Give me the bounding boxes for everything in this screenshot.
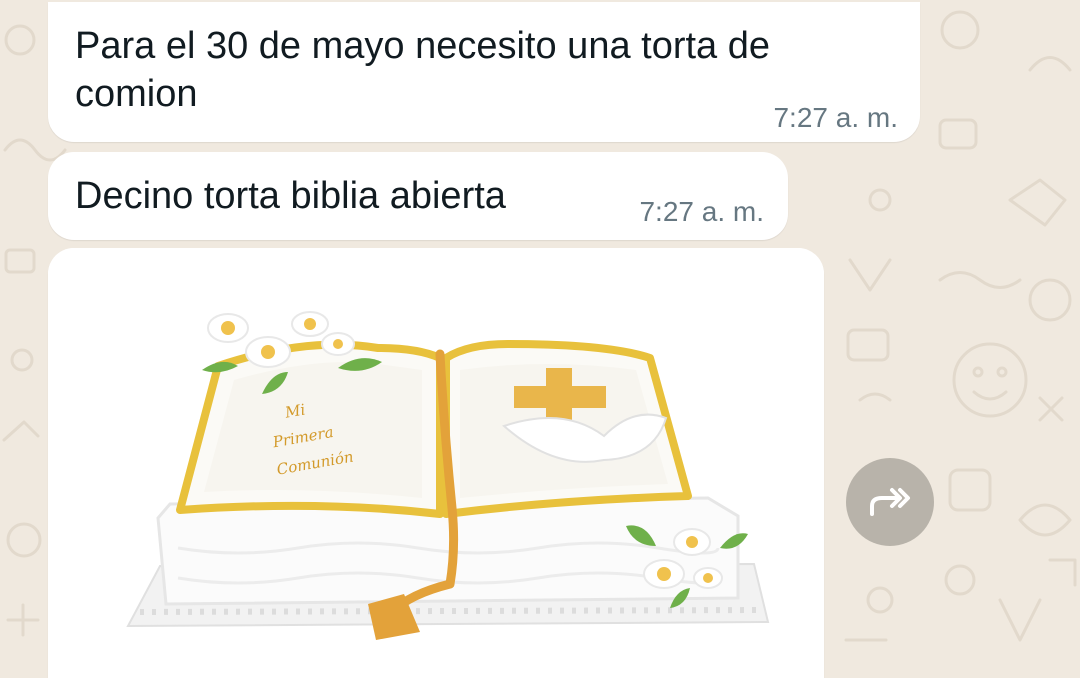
svg-text:Mi: Mi bbox=[283, 400, 307, 421]
message-text: Decino torta biblia abierta bbox=[75, 175, 506, 217]
message-timestamp: 7:27 a. m. bbox=[773, 102, 898, 133]
message-bubble-incoming[interactable]: Decino torta biblia abierta 7:27 a. m. bbox=[48, 152, 788, 240]
forward-button[interactable] bbox=[846, 458, 934, 546]
cake-photo[interactable]: Mi Primera Comunión bbox=[48, 248, 824, 678]
image-message-bubble[interactable]: Mi Primera Comunión bbox=[48, 248, 824, 678]
forward-icon bbox=[868, 484, 912, 520]
message-text: Para el 30 de mayo necesito una torta de… bbox=[75, 25, 771, 115]
message-timestamp: 7:27 a. m. bbox=[639, 196, 764, 227]
message-bubble-incoming[interactable]: Para el 30 de mayo necesito una torta de… bbox=[48, 2, 920, 142]
